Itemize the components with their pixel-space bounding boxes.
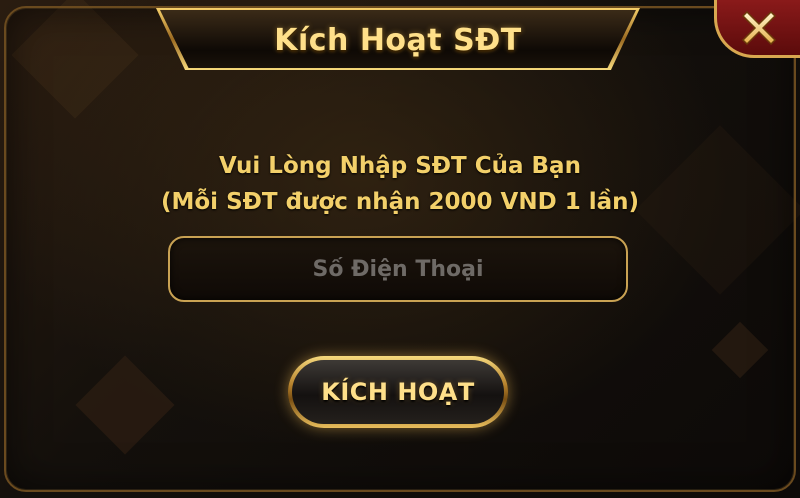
dialog-title: Kích Hoạt SĐT <box>274 22 522 58</box>
activate-phone-dialog: Kích Hoạt SĐT Vui Lòng Nhập SĐT Của Bạn … <box>0 0 800 498</box>
background-diamond-decoration <box>11 0 139 119</box>
activate-button-label: KÍCH HOẠT <box>292 360 504 424</box>
background-diamond-decoration <box>75 355 175 455</box>
background-diamond-decoration <box>711 321 769 379</box>
close-button[interactable] <box>714 0 800 58</box>
activate-button[interactable]: KÍCH HOẠT <box>288 356 508 428</box>
reward-note-text: (Mỗi SĐT được nhận 2000 VND 1 lần) <box>160 189 640 215</box>
phone-number-input[interactable] <box>170 237 626 301</box>
phone-number-field[interactable] <box>168 236 628 302</box>
instruction-text: Vui Lòng Nhập SĐT Của Bạn <box>219 153 581 179</box>
close-icon <box>739 8 779 48</box>
